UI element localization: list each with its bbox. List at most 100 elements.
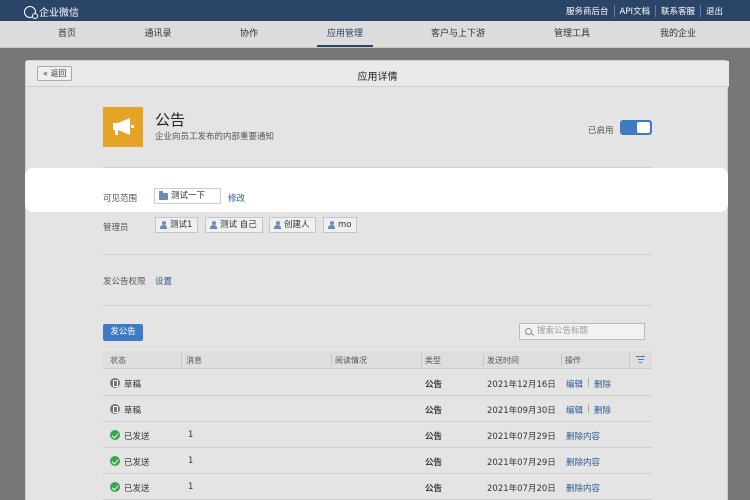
admin-name: 创建人 [284, 220, 310, 230]
megaphone-icon [113, 118, 134, 135]
op-separator: | [587, 378, 590, 388]
row-time: 2021年07月20日 [487, 484, 556, 494]
admin-name: mo [338, 220, 352, 230]
divider [103, 254, 652, 255]
folder-icon [159, 190, 168, 200]
search-placeholder: 搜索公告标题 [537, 326, 589, 336]
col-separator [421, 354, 422, 366]
logo-text: 企业微信 [39, 8, 79, 19]
publish-announcement-button[interactable]: 发公告 [103, 324, 143, 341]
admin-name: 测试 自己 [220, 220, 257, 230]
tab-my-enterprise[interactable]: 我的企业 [660, 21, 696, 47]
person-icon [274, 221, 281, 229]
col-separator [331, 354, 332, 366]
admin-tag: mo [323, 217, 358, 233]
row-status: 已发送 [124, 432, 150, 442]
row-type: 公告 [425, 458, 443, 468]
scope-value-text: 测试一下 [171, 191, 206, 201]
search-input[interactable]: 搜索公告标题 [519, 323, 645, 340]
row-status: 草稿 [124, 380, 142, 390]
col-separator [561, 354, 562, 366]
link-contact-support[interactable]: 联系客服 [654, 5, 700, 17]
check-circle-icon [110, 430, 120, 440]
panel-header: « 返回 应用详情 [26, 61, 729, 87]
col-separator [483, 354, 484, 366]
col-message: 消息 [186, 356, 202, 365]
edit-link[interactable]: 编辑 [566, 378, 583, 390]
tab-home[interactable]: 首页 [58, 21, 76, 47]
op-separator: | [587, 404, 590, 414]
person-icon [328, 221, 335, 229]
divider [103, 305, 652, 306]
table-row: 草稿 公告 2021年12月16日 编辑 | 删除 [103, 370, 652, 396]
col-read-status: 阅读情况 [335, 356, 367, 365]
delete-content-link[interactable]: 删除内容 [566, 456, 600, 468]
app-icon [103, 107, 143, 147]
logo[interactable]: 企业微信 [24, 4, 79, 19]
col-status: 状态 [110, 356, 126, 365]
admin-tag: 测试1 [155, 217, 199, 233]
page-title: 应用详情 [357, 72, 398, 83]
scope-edit-link[interactable]: 修改 [228, 192, 245, 204]
top-links: 服务商后台 API文档 联系客服 退出 [561, 5, 728, 17]
row-time: 2021年12月16日 [487, 380, 556, 390]
row-status: 已发送 [124, 484, 150, 494]
person-icon [160, 221, 167, 229]
table-row: 已发送 1 公告 2021年07月29日 删除内容 [103, 422, 652, 448]
row-type: 公告 [425, 406, 443, 416]
check-circle-icon [110, 482, 120, 492]
enable-toggle[interactable] [620, 120, 652, 135]
filter-icon[interactable] [636, 356, 645, 364]
row-time: 2021年09月30日 [487, 406, 556, 416]
row-type: 公告 [425, 432, 443, 442]
row-message: 1 [188, 430, 194, 440]
tab-customers[interactable]: 客户与上下游 [431, 21, 485, 47]
col-actions: 操作 [565, 356, 581, 365]
main-nav: 首页 通讯录 协作 应用管理 客户与上下游 管理工具 我的企业 [0, 21, 750, 48]
col-type: 类型 [425, 356, 441, 365]
enabled-label: 已启用 [588, 126, 614, 136]
row-message: 1 [188, 482, 194, 492]
admin-tag: 创建人 [269, 217, 316, 233]
person-icon [210, 221, 217, 229]
col-send-time: 发送时间 [487, 356, 519, 365]
edit-link[interactable]: 编辑 [566, 404, 583, 416]
tab-collaboration[interactable]: 协作 [240, 21, 258, 47]
tab-management-tools[interactable]: 管理工具 [554, 21, 590, 47]
app-description: 企业向员工发布的内部重要通知 [155, 132, 275, 142]
wework-logo-icon [24, 5, 38, 19]
row-type: 公告 [425, 380, 443, 390]
link-api-docs[interactable]: API文档 [613, 5, 655, 17]
permission-set-link[interactable]: 设置 [155, 275, 172, 287]
delete-content-link[interactable]: 删除内容 [566, 430, 600, 442]
check-circle-icon [110, 456, 120, 466]
col-separator [629, 354, 630, 366]
admin-tag: 测试 自己 [205, 217, 263, 233]
delete-link[interactable]: 删除 [594, 404, 611, 416]
delete-content-link[interactable]: 删除内容 [566, 482, 600, 494]
row-type: 公告 [425, 484, 443, 494]
table-row: 已发送 1 公告 2021年07月29日 删除内容 [103, 448, 652, 474]
tab-app-management[interactable]: 应用管理 [316, 21, 374, 47]
delete-link[interactable]: 删除 [594, 378, 611, 390]
row-status: 草稿 [124, 406, 142, 416]
search-icon [525, 328, 532, 335]
toggle-knob [637, 122, 650, 133]
admin-name: 测试1 [170, 220, 193, 230]
row-time: 2021年07月29日 [487, 458, 556, 468]
tab-contacts[interactable]: 通讯录 [144, 21, 171, 47]
row-message: 1 [188, 456, 194, 466]
row-status: 已发送 [124, 458, 150, 468]
link-logout[interactable]: 退出 [699, 5, 728, 17]
scope-label: 可见范围 [103, 194, 138, 204]
admins-label: 管理员 [103, 223, 129, 233]
row-time: 2021年07月29日 [487, 432, 556, 442]
top-bar: 企业微信 服务商后台 API文档 联系客服 退出 [0, 0, 750, 21]
permission-label: 发公告权限 [103, 277, 146, 287]
app-name: 公告 [155, 111, 186, 129]
col-separator [181, 354, 182, 366]
link-provider-console[interactable]: 服务商后台 [561, 5, 614, 17]
draft-icon [110, 378, 120, 388]
table-row: 草稿 公告 2021年09月30日 编辑 | 删除 [103, 396, 652, 422]
draft-icon [110, 404, 120, 414]
